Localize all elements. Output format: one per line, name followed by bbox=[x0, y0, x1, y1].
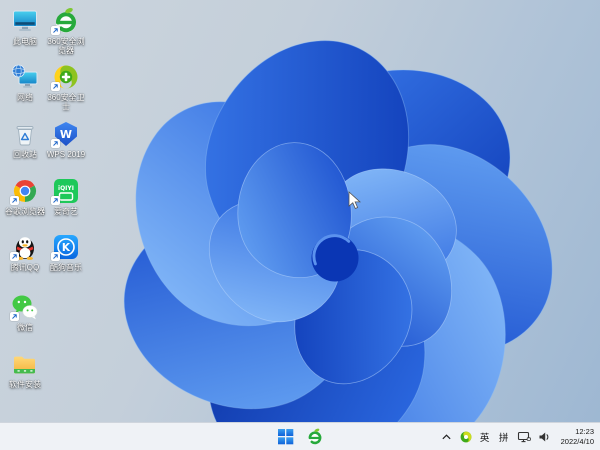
shortcut-arrow-icon bbox=[10, 252, 19, 261]
svg-text:iQIYI: iQIYI bbox=[58, 185, 74, 192]
system-tray: 英 拼 12:23 2022/4/10 bbox=[441, 423, 597, 450]
tray-360-safety-icon[interactable] bbox=[460, 426, 472, 448]
desktop-icon-label: 网络 bbox=[17, 93, 33, 102]
desktop-icon-label: 谷歌浏览器 bbox=[5, 207, 45, 216]
taskbar-app-360-browser[interactable] bbox=[303, 425, 327, 449]
desktop-icon-label: 腾讯QQ bbox=[10, 263, 40, 272]
ime-language-indicator[interactable]: 英 bbox=[479, 426, 491, 448]
shortcut-arrow-icon bbox=[51, 252, 60, 261]
qq-icon bbox=[10, 233, 39, 261]
desktop: 此电脑 360安全浏览器 网络 360安全卫士 回收站 W WPS 2019 谷… bbox=[0, 0, 600, 450]
desktop-icon-chrome[interactable]: 谷歌浏览器 bbox=[3, 177, 47, 216]
svg-text:W: W bbox=[60, 128, 72, 141]
desktop-icon-recycle-bin[interactable]: 回收站 bbox=[3, 120, 47, 159]
desktop-icon-network[interactable]: 网络 bbox=[3, 63, 47, 102]
desktop-icon-label: WPS 2019 bbox=[46, 150, 86, 159]
svg-text:K: K bbox=[62, 242, 71, 254]
shortcut-arrow-icon bbox=[51, 139, 60, 148]
taskbar-pinned-apps bbox=[303, 425, 327, 449]
desktop-icon-label: 酷狗音乐 bbox=[50, 263, 82, 272]
desktop-icon-label: 360安全卫士 bbox=[47, 93, 85, 111]
desktop-icon-this-pc[interactable]: 此电脑 bbox=[3, 7, 47, 46]
360-browser-icon bbox=[306, 428, 324, 446]
software-folder-icon bbox=[11, 350, 39, 378]
ime-mode-indicator[interactable]: 拼 bbox=[498, 426, 510, 448]
clock-time: 12:23 bbox=[575, 427, 594, 436]
kugou-icon: K bbox=[51, 233, 80, 261]
taskbar: 英 拼 12:23 2022/4/10 bbox=[0, 422, 600, 450]
windows-logo-icon bbox=[277, 429, 293, 445]
desktop-icon-360-safe[interactable]: 360安全卫士 bbox=[44, 63, 88, 111]
desktop-icon-iqiyi[interactable]: iQIYI 爱奇艺 bbox=[44, 177, 88, 216]
iqiyi-icon: iQIYI bbox=[51, 177, 80, 205]
desktop-icon-wps[interactable]: W WPS 2019 bbox=[44, 120, 88, 159]
desktop-icon-label: 回收站 bbox=[13, 150, 37, 159]
tray-network-icon[interactable] bbox=[517, 426, 531, 448]
desktop-icon-360-browser[interactable]: 360安全浏览器 bbox=[44, 7, 88, 55]
shortcut-arrow-icon bbox=[10, 312, 19, 321]
wechat-icon bbox=[10, 293, 39, 321]
desktop-icon-label: 软件安装 bbox=[9, 380, 41, 389]
tray-chevron-up-icon[interactable] bbox=[441, 426, 453, 448]
desktop-icon-label: 微信 bbox=[17, 323, 33, 332]
desktop-icon-software-folder[interactable]: 软件安装 bbox=[3, 350, 47, 389]
chrome-icon bbox=[10, 177, 39, 205]
desktop-icon-kugou[interactable]: K 酷狗音乐 bbox=[44, 233, 88, 272]
shortcut-arrow-icon bbox=[10, 196, 19, 205]
this-pc-icon bbox=[11, 7, 39, 35]
start-button[interactable] bbox=[273, 425, 297, 449]
recycle-bin-icon bbox=[11, 120, 39, 148]
clock-date: 2022/4/10 bbox=[560, 436, 594, 446]
shortcut-arrow-icon bbox=[51, 196, 60, 205]
taskbar-center-icons bbox=[273, 423, 327, 450]
360-safe-icon bbox=[51, 63, 80, 91]
desktop-icon-label: 爱奇艺 bbox=[54, 207, 78, 216]
desktop-icon-label: 360安全浏览器 bbox=[47, 37, 85, 55]
tray-volume-icon[interactable] bbox=[538, 426, 551, 448]
network-icon bbox=[11, 63, 39, 91]
shortcut-arrow-icon bbox=[51, 82, 60, 91]
desktop-icon-label: 此电脑 bbox=[13, 37, 37, 46]
desktop-icon-qq[interactable]: 腾讯QQ bbox=[3, 233, 47, 272]
wallpaper-bloom-image bbox=[123, 40, 553, 422]
desktop-icon-wechat[interactable]: 微信 bbox=[3, 293, 47, 332]
taskbar-clock[interactable]: 12:23 2022/4/10 bbox=[558, 427, 597, 446]
shortcut-arrow-icon bbox=[51, 26, 60, 35]
wps-icon: W bbox=[51, 120, 80, 148]
360-browser-icon bbox=[51, 7, 80, 35]
